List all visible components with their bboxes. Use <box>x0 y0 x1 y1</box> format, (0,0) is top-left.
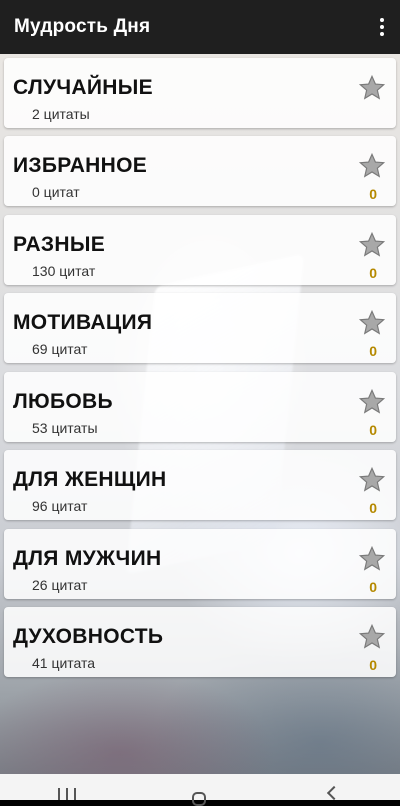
category-list: СЛУЧАЙНЫЕ 2 цитаты ИЗБРАННОЕ 0 цитат 0 Р… <box>0 54 400 774</box>
favorite-count: 0 <box>369 265 377 281</box>
category-name: МОТИВАЦИЯ <box>13 311 153 334</box>
category-card-misc[interactable]: РАЗНЫЕ 130 цитат 0 <box>4 215 396 285</box>
category-count: 0 цитат <box>32 184 80 200</box>
star-icon[interactable] <box>358 466 386 494</box>
favorite-count: 0 <box>369 657 377 673</box>
category-name: ЛЮБОВЬ <box>13 390 113 413</box>
favorite-count: 0 <box>369 422 377 438</box>
category-card-for-women[interactable]: ДЛЯ ЖЕНЩИН 96 цитат 0 <box>4 450 396 520</box>
system-nav-bar <box>0 774 400 806</box>
category-card-love[interactable]: ЛЮБОВЬ 53 цитаты 0 <box>4 372 396 442</box>
category-count: 53 цитаты <box>32 420 98 436</box>
category-count: 2 цитаты <box>32 106 90 122</box>
star-icon[interactable] <box>358 74 386 102</box>
favorite-count: 0 <box>369 500 377 516</box>
category-name: СЛУЧАЙНЫЕ <box>13 76 153 99</box>
favorite-count: 0 <box>369 579 377 595</box>
category-card-for-men[interactable]: ДЛЯ МУЖЧИН 26 цитат 0 <box>4 529 396 599</box>
app-bar: Мудрость Дня <box>0 0 400 54</box>
favorite-count: 0 <box>369 343 377 359</box>
back-icon[interactable] <box>303 774 363 801</box>
category-card-favorites[interactable]: ИЗБРАННОЕ 0 цитат 0 <box>4 136 396 206</box>
star-icon[interactable] <box>358 623 386 651</box>
app-title: Мудрость Дня <box>14 16 151 37</box>
category-name: ДЛЯ ЖЕНЩИН <box>13 468 167 491</box>
category-card-motivation[interactable]: МОТИВАЦИЯ 69 цитат 0 <box>4 293 396 363</box>
category-name: РАЗНЫЕ <box>13 233 106 256</box>
star-icon[interactable] <box>358 231 386 259</box>
category-card-spirituality[interactable]: ДУХОВНОСТЬ 41 цитата 0 <box>4 607 396 677</box>
category-name: ДУХОВНОСТЬ <box>13 625 164 648</box>
recents-icon[interactable] <box>37 774 97 800</box>
favorite-count: 0 <box>369 186 377 202</box>
category-count: 96 цитат <box>32 498 88 514</box>
star-icon[interactable] <box>358 152 386 180</box>
category-count: 26 цитат <box>32 577 88 593</box>
category-card-random[interactable]: СЛУЧАЙНЫЕ 2 цитаты <box>4 58 396 128</box>
category-name: ДЛЯ МУЖЧИН <box>13 547 162 570</box>
category-name: ИЗБРАННОЕ <box>13 154 148 177</box>
category-count: 69 цитат <box>32 341 88 357</box>
star-icon[interactable] <box>358 545 386 573</box>
category-count: 41 цитата <box>32 655 96 671</box>
home-icon[interactable] <box>170 774 230 806</box>
star-icon[interactable] <box>358 309 386 337</box>
star-icon[interactable] <box>358 388 386 416</box>
category-count: 130 цитат <box>32 263 96 279</box>
more-vert-icon[interactable] <box>374 14 390 40</box>
